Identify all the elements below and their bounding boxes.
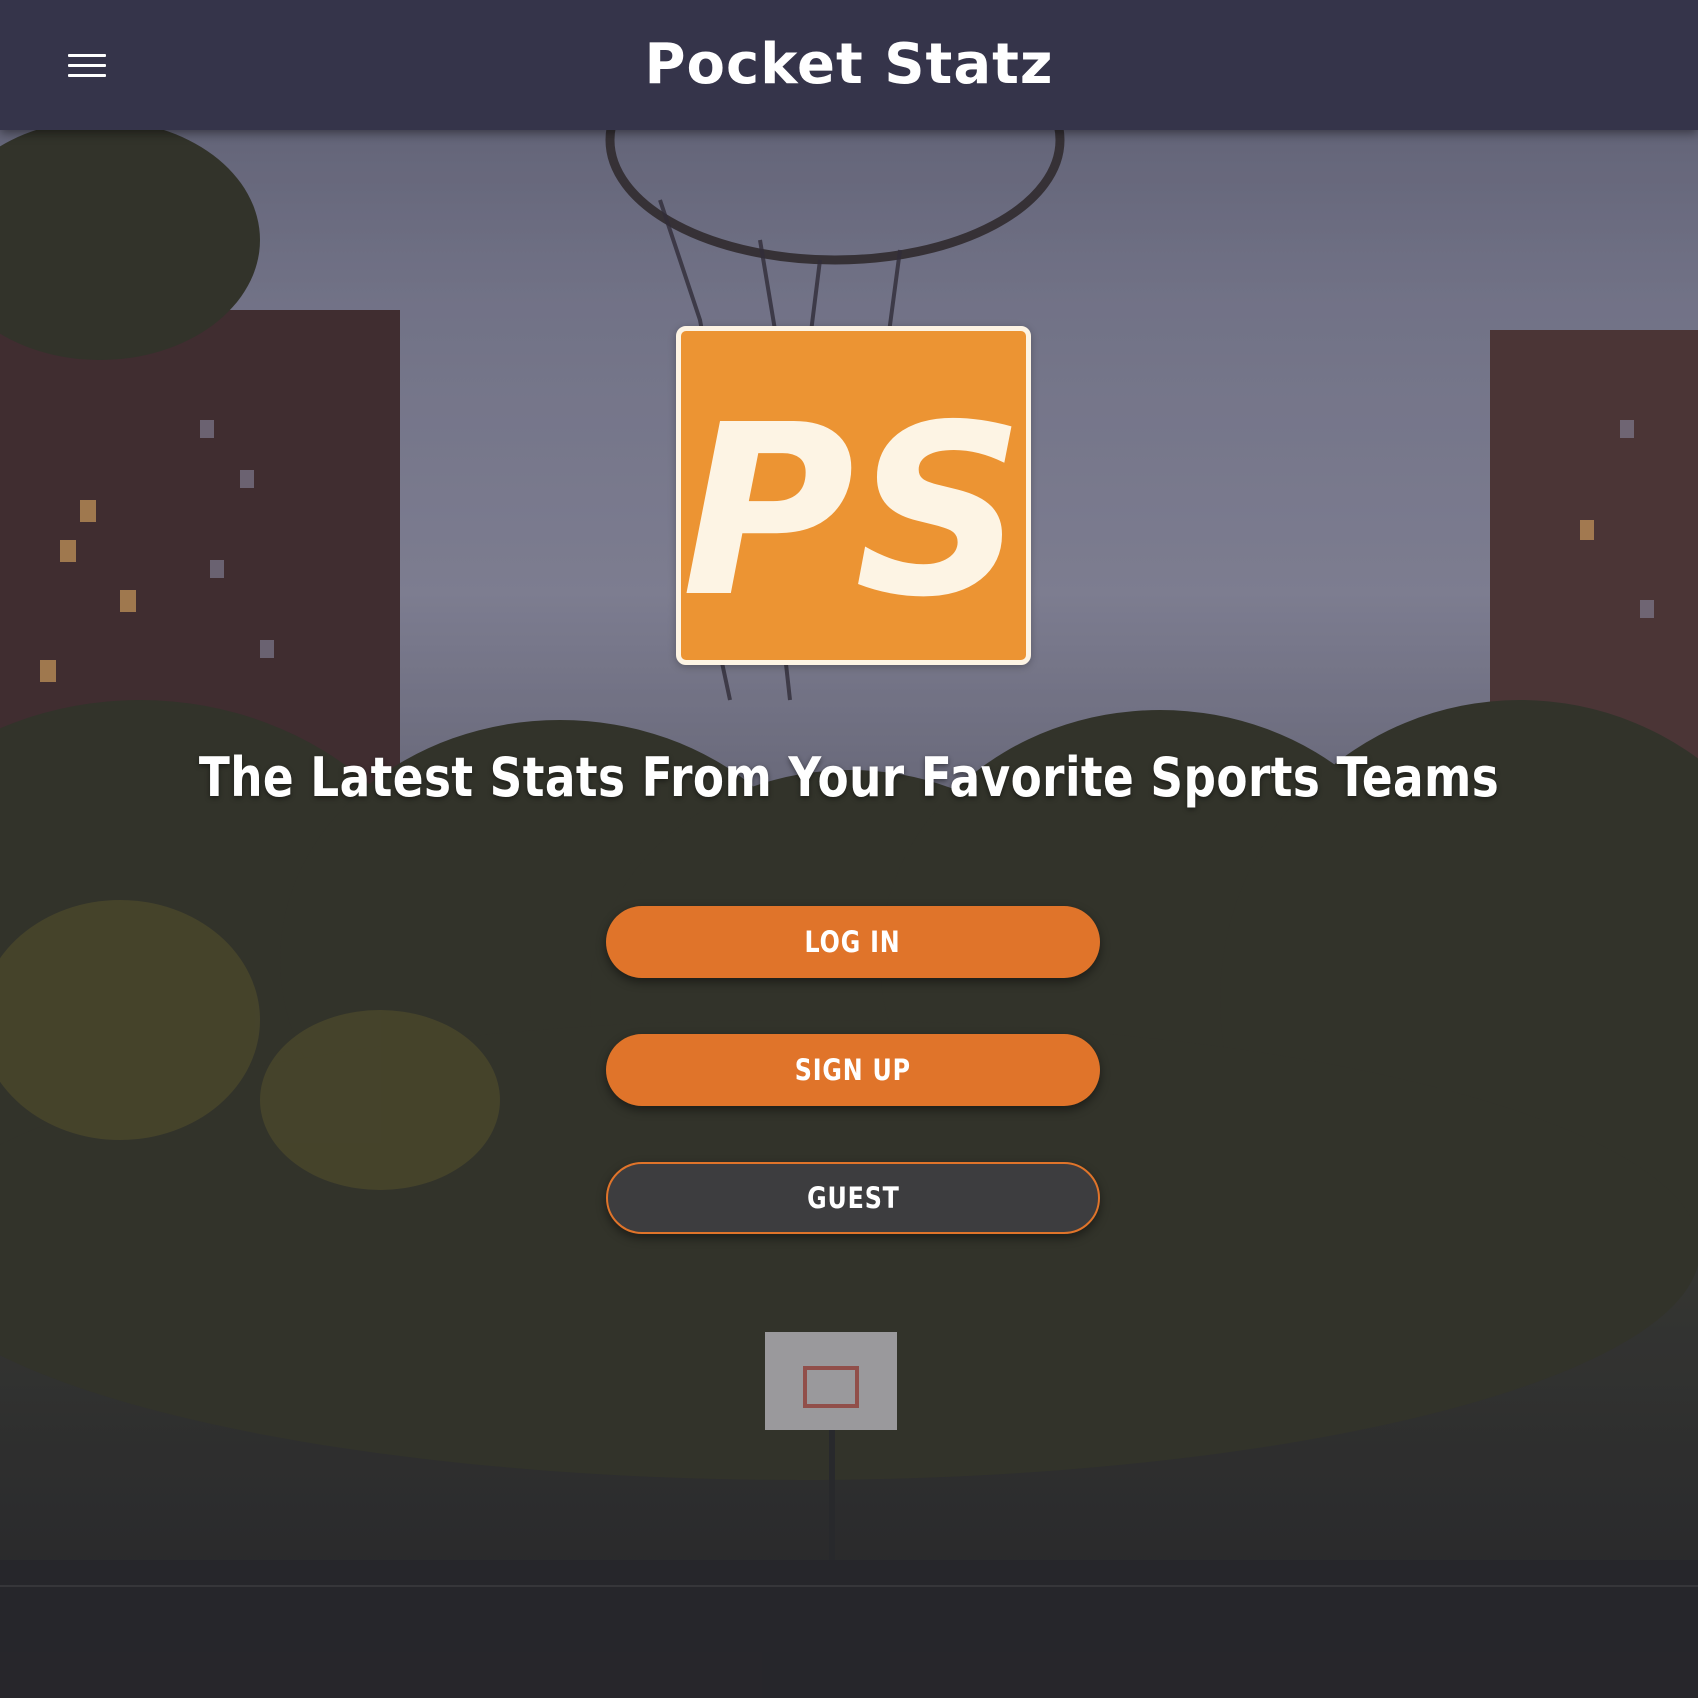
- welcome-screen: Pocket Statz PS The Latest Stats From Yo…: [0, 0, 1698, 1698]
- background-image: [0, 0, 1698, 1698]
- guest-button-label: GUEST: [806, 1181, 900, 1215]
- signup-button-label: SIGN UP: [794, 1053, 912, 1087]
- guest-button[interactable]: GUEST: [606, 1162, 1100, 1234]
- login-button[interactable]: LOG IN: [606, 906, 1100, 978]
- app-logo: PS: [676, 326, 1031, 665]
- app-title: Pocket Statz: [644, 32, 1054, 97]
- logo-text: PS: [682, 374, 1025, 649]
- signup-button[interactable]: SIGN UP: [606, 1034, 1100, 1106]
- tagline: The Latest Stats From Your Favorite Spor…: [198, 746, 1500, 809]
- top-app-bar: Pocket Statz: [0, 0, 1698, 130]
- login-button-label: LOG IN: [805, 925, 901, 959]
- background-overlay: [0, 0, 1698, 1698]
